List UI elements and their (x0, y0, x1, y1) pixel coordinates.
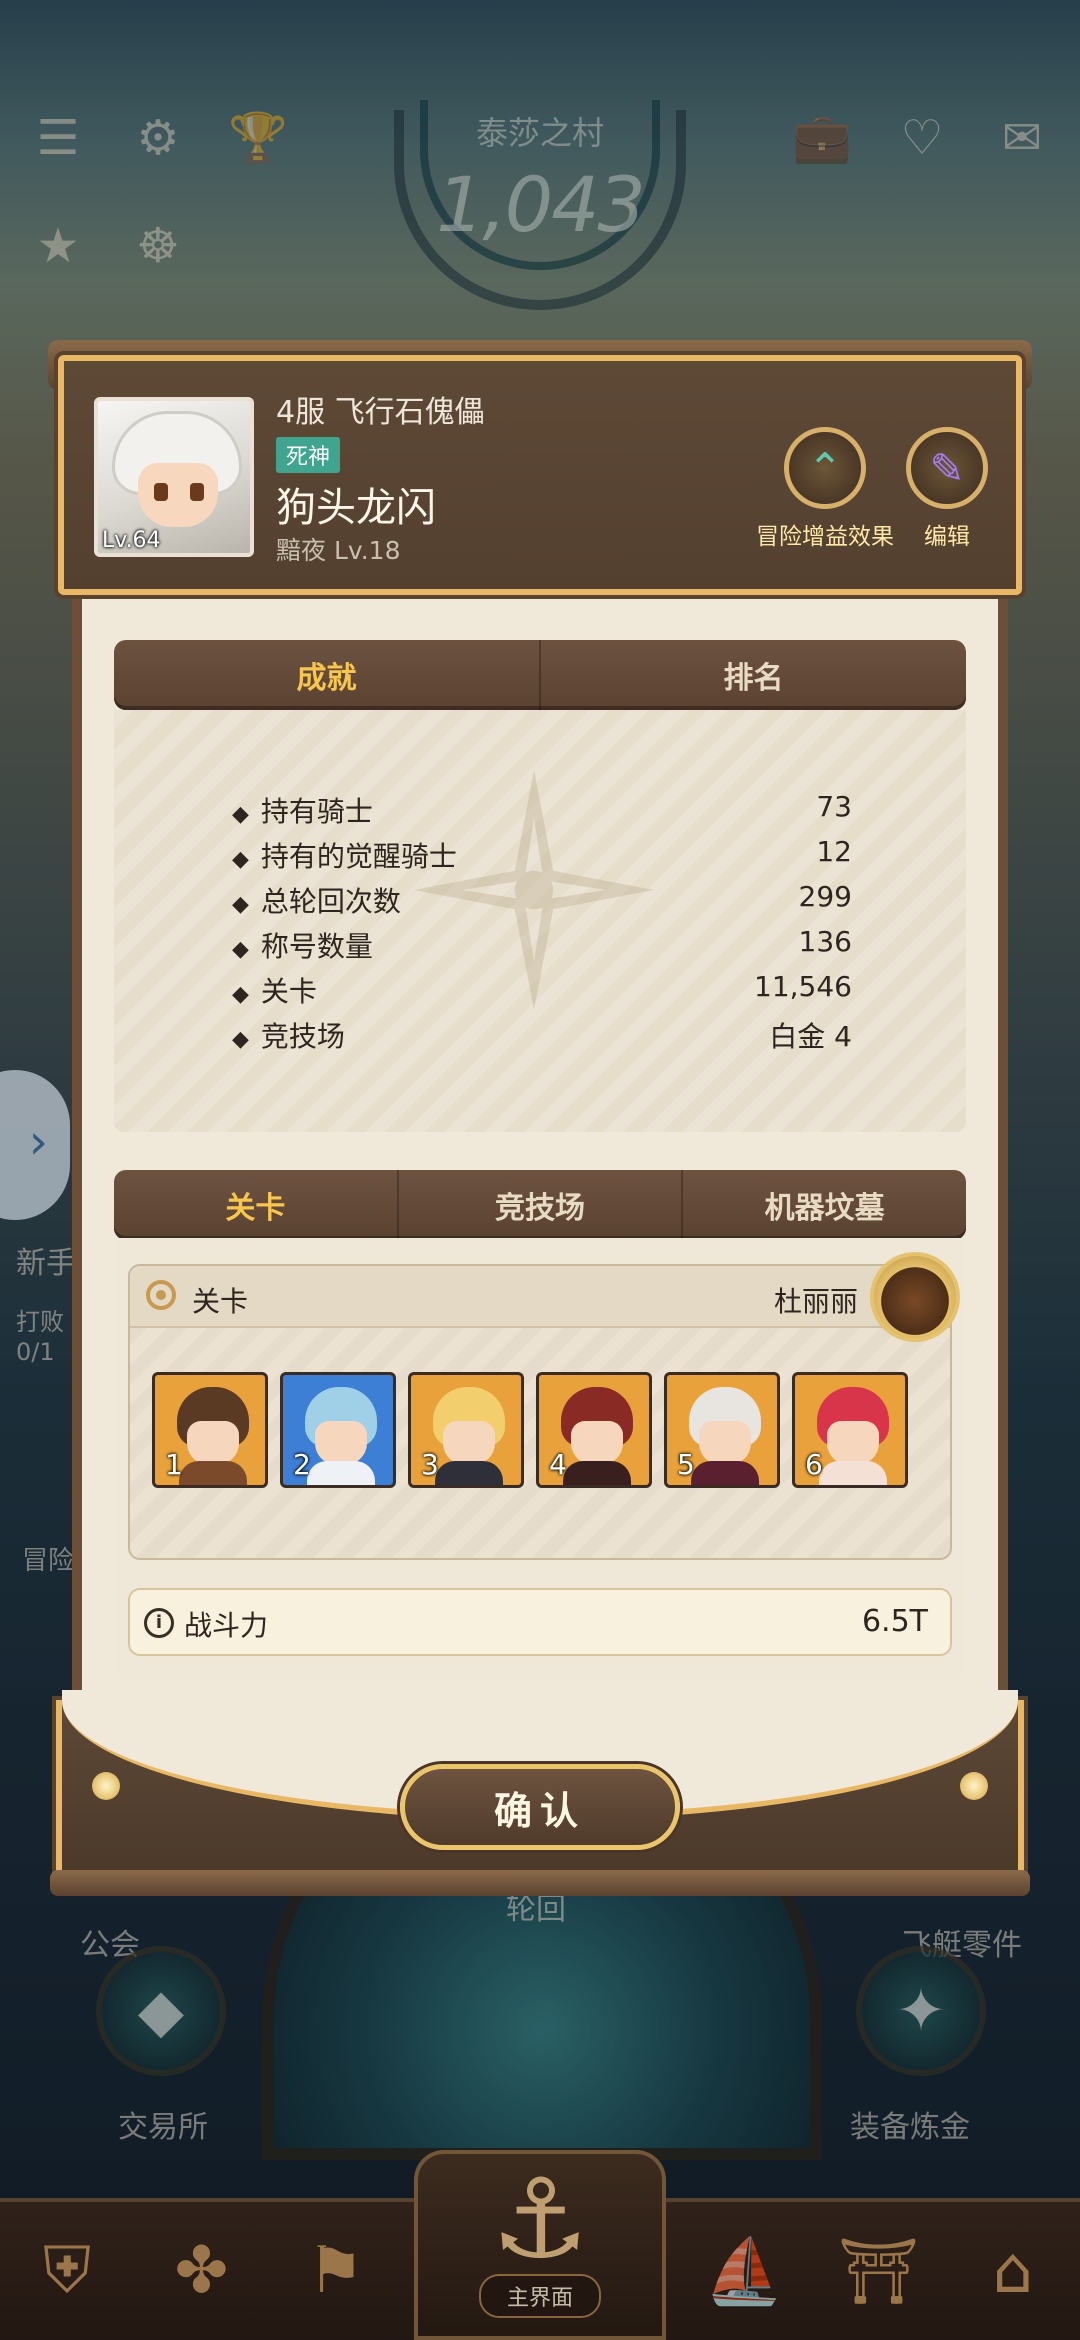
stat-label: 关卡 (232, 970, 317, 1010)
stage-team-box: 关卡 杜丽丽 1 2 3 4 5 6 (128, 1252, 960, 1560)
stat-row: 持有的觉醒骑士 12 (232, 835, 852, 875)
stat-row: 关卡 11,546 (232, 970, 852, 1010)
confirm-button[interactable]: 确认 (400, 1764, 680, 1850)
stage-header: 关卡 杜丽丽 (130, 1252, 960, 1342)
combat-power-row: i 战斗力 6.5T (128, 1588, 952, 1656)
stat-label: 总轮回次数 (232, 880, 401, 920)
combat-power-value: 6.5T (861, 1604, 928, 1639)
stat-value: 136 (798, 925, 852, 958)
buff-label: 冒险增益效果 (756, 524, 894, 550)
hero-face (827, 1421, 879, 1465)
hero-slot-number: 6 (805, 1448, 823, 1481)
stat-value: 73 (816, 790, 852, 823)
hero-slot-number: 2 (293, 1448, 311, 1481)
cog-icon (146, 1280, 176, 1310)
stage-label: 关卡 (192, 1285, 249, 1318)
hero-slot[interactable]: 2 (280, 1372, 396, 1488)
edit-label: 编辑 (924, 524, 970, 550)
tab-achievements[interactable]: 成就 (114, 640, 539, 710)
hero-body (691, 1461, 759, 1485)
hero-face (443, 1421, 495, 1465)
hero-face (699, 1421, 751, 1465)
boss-name: 杜丽丽 (773, 1285, 858, 1318)
combat-power-label: 战斗力 (184, 1609, 269, 1642)
stage-panel: 关卡 杜丽丽 1 2 3 4 5 6 i 战斗力 6.5T (114, 1238, 966, 1678)
avatar-eye-left (154, 483, 168, 501)
hero-body (179, 1461, 247, 1485)
boss-portrait[interactable] (870, 1252, 960, 1342)
stat-row: 总轮回次数 299 (232, 880, 852, 920)
title-tag: 死神 (276, 437, 341, 473)
stat-value: 白金 4 (769, 1020, 852, 1053)
dialog-bottom-bar (50, 1870, 1030, 1896)
edit-feather-icon: ✎ (906, 427, 988, 509)
info-icon[interactable]: i (144, 1608, 174, 1638)
edit-button[interactable]: ✎ 编辑 (906, 427, 988, 551)
guild-line: 黯夜 Lv.18 (276, 536, 401, 565)
stat-label: 称号数量 (232, 925, 373, 965)
stat-row: 持有骑士 73 (232, 790, 852, 830)
stat-value: 12 (816, 835, 852, 868)
hero-slot-number: 4 (549, 1448, 567, 1481)
avatar-eye-right (190, 483, 204, 501)
top-tabbar: 成就 排名 (114, 640, 966, 710)
stat-label: 持有的觉醒骑士 (232, 835, 457, 875)
bottom-tabbar: 关卡 竞技场 机器坟墓 (114, 1170, 966, 1240)
hero-slot[interactable]: 5 (664, 1372, 780, 1488)
hero-slot-number: 5 (677, 1448, 695, 1481)
hero-slot[interactable]: 3 (408, 1372, 524, 1488)
buff-button[interactable]: ⌃ 冒险增益效果 (756, 427, 894, 551)
rivet-icon (92, 1772, 120, 1800)
rivet-icon (960, 1772, 988, 1800)
profile-header: Lv.64 4服 飞行石傀儡 死神 狗头龙闪 黯夜 Lv.18 ⌃ 冒险增益效果… (58, 355, 1022, 595)
stat-label: 持有骑士 (232, 790, 373, 830)
hero-body (563, 1461, 631, 1485)
hero-face (315, 1421, 367, 1465)
hero-slot-number: 3 (421, 1448, 439, 1481)
hero-lineup: 1 2 3 4 5 6 (152, 1372, 908, 1488)
tab-ranking[interactable]: 排名 (539, 640, 966, 710)
hero-slot-number: 1 (165, 1448, 183, 1481)
hero-face (571, 1421, 623, 1465)
hero-face (187, 1421, 239, 1465)
chevron-up-icon: ⌃ (784, 427, 866, 509)
hero-body (435, 1461, 503, 1485)
hero-slot[interactable]: 1 (152, 1372, 268, 1488)
avatar-face (138, 463, 218, 527)
player-name: 狗头龙闪 (276, 485, 436, 531)
hero-slot[interactable]: 4 (536, 1372, 652, 1488)
avatar[interactable]: Lv.64 (94, 397, 254, 557)
tab-arena[interactable]: 竞技场 (396, 1170, 682, 1240)
stat-row: 竞技场 白金 4 (232, 1015, 852, 1055)
stat-label: 竞技场 (232, 1015, 345, 1055)
hero-body (307, 1461, 375, 1485)
hero-body (819, 1461, 887, 1485)
server-title: 4服 飞行石傀儡 (276, 395, 485, 430)
stat-row: 称号数量 136 (232, 925, 852, 965)
tab-stage[interactable]: 关卡 (114, 1170, 397, 1240)
stat-value: 11,546 (754, 970, 852, 1003)
stat-value: 299 (798, 880, 852, 913)
tab-machine-tomb[interactable]: 机器坟墓 (681, 1170, 966, 1240)
avatar-level: Lv.64 (102, 528, 161, 553)
achievements-panel: 持有骑士 73 持有的觉醒骑士 12 总轮回次数 299 称号数量 136 关卡 11,5… (114, 710, 966, 1132)
hero-slot[interactable]: 6 (792, 1372, 908, 1488)
